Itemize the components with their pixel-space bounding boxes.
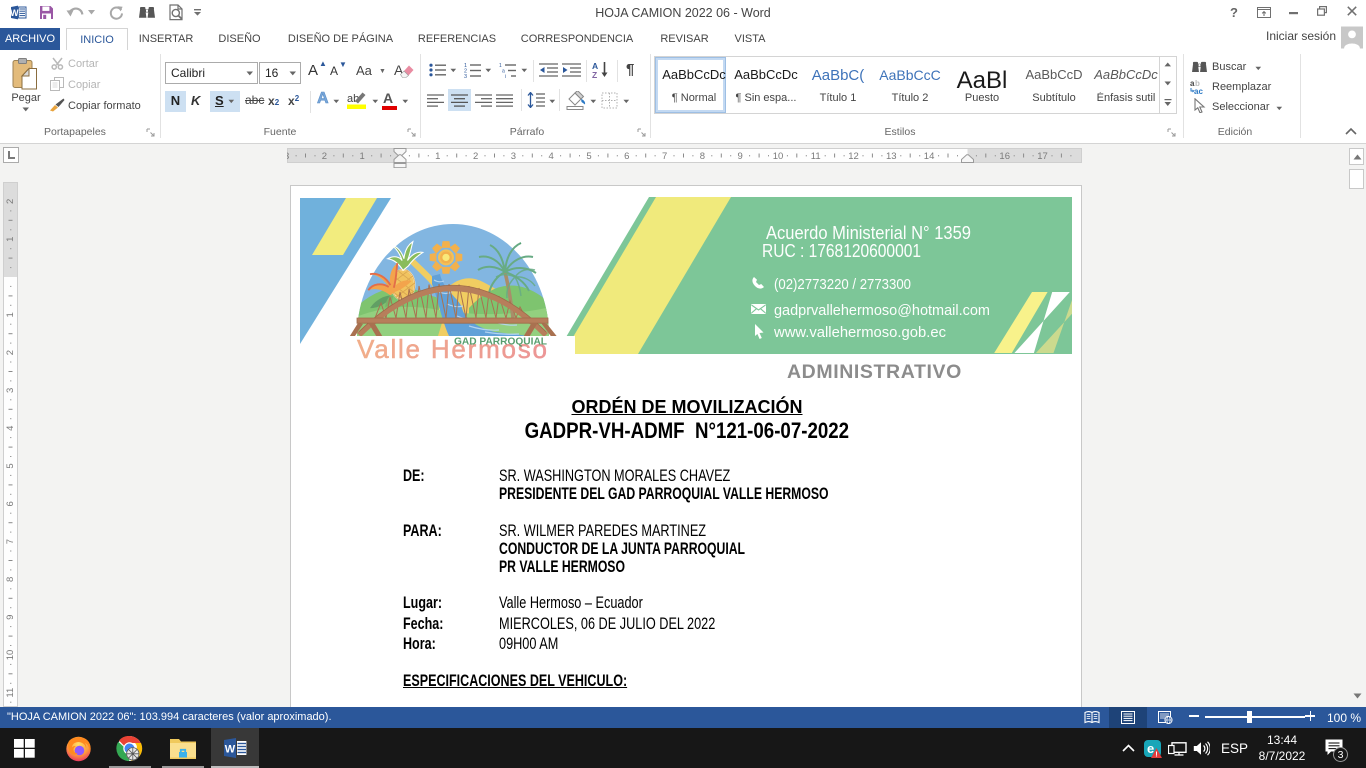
svg-text:10: 10	[773, 151, 784, 162]
svg-text:ac: ac	[1194, 87, 1203, 95]
svg-text:3: 3	[287, 151, 289, 162]
svg-text:2: 2	[473, 151, 478, 162]
svg-text:2: 2	[322, 151, 327, 162]
svg-text:2: 2	[5, 199, 16, 204]
svg-text:www.vallehermoso.gob.ec: www.vallehermoso.gob.ec	[773, 324, 946, 341]
svg-text:!: !	[1155, 750, 1158, 758]
svg-text:17: 17	[1037, 151, 1048, 162]
svg-text:Z: Z	[592, 70, 597, 79]
svg-text:(02)2773220 / 2773300: (02)2773220 / 2773300	[774, 276, 911, 293]
svg-text:3: 3	[5, 388, 16, 393]
svg-text:14: 14	[924, 151, 935, 162]
svg-text:gadprvallehermoso@hotmail.com: gadprvallehermoso@hotmail.com	[774, 302, 990, 319]
svg-text:8: 8	[5, 577, 16, 582]
svg-text:12: 12	[848, 151, 859, 162]
svg-text:2: 2	[5, 350, 16, 355]
svg-text:13: 13	[886, 151, 897, 162]
svg-text:11: 11	[5, 688, 16, 698]
svg-text:9: 9	[5, 615, 16, 620]
svg-text:1: 1	[360, 151, 365, 162]
svg-text:1: 1	[5, 237, 16, 242]
svg-text:1: 1	[5, 312, 16, 317]
svg-text:11: 11	[811, 151, 821, 162]
svg-text:10: 10	[5, 650, 16, 661]
svg-text:1: 1	[435, 151, 440, 162]
svg-text:4: 4	[549, 151, 554, 162]
svg-text:16: 16	[999, 151, 1010, 162]
svg-text:W: W	[225, 744, 236, 756]
svg-text:3: 3	[464, 74, 467, 78]
svg-text:5: 5	[5, 463, 16, 468]
svg-text:5: 5	[586, 151, 591, 162]
svg-text:6: 6	[624, 151, 629, 162]
svg-text:8: 8	[700, 151, 705, 162]
svg-text:6: 6	[5, 501, 16, 506]
svg-text:i: i	[505, 74, 506, 78]
svg-text:9: 9	[738, 151, 743, 162]
svg-text:Acuerdo Ministerial N° 1359: Acuerdo Ministerial N° 1359	[766, 223, 971, 243]
svg-text:7: 7	[662, 151, 667, 162]
svg-text:7: 7	[5, 539, 16, 544]
svg-text:RUC : 1768120600001: RUC : 1768120600001	[762, 241, 921, 261]
svg-text:GAD PARROQUIAL: GAD PARROQUIAL	[454, 337, 547, 348]
svg-text:4: 4	[5, 426, 16, 431]
svg-text:3: 3	[511, 151, 516, 162]
